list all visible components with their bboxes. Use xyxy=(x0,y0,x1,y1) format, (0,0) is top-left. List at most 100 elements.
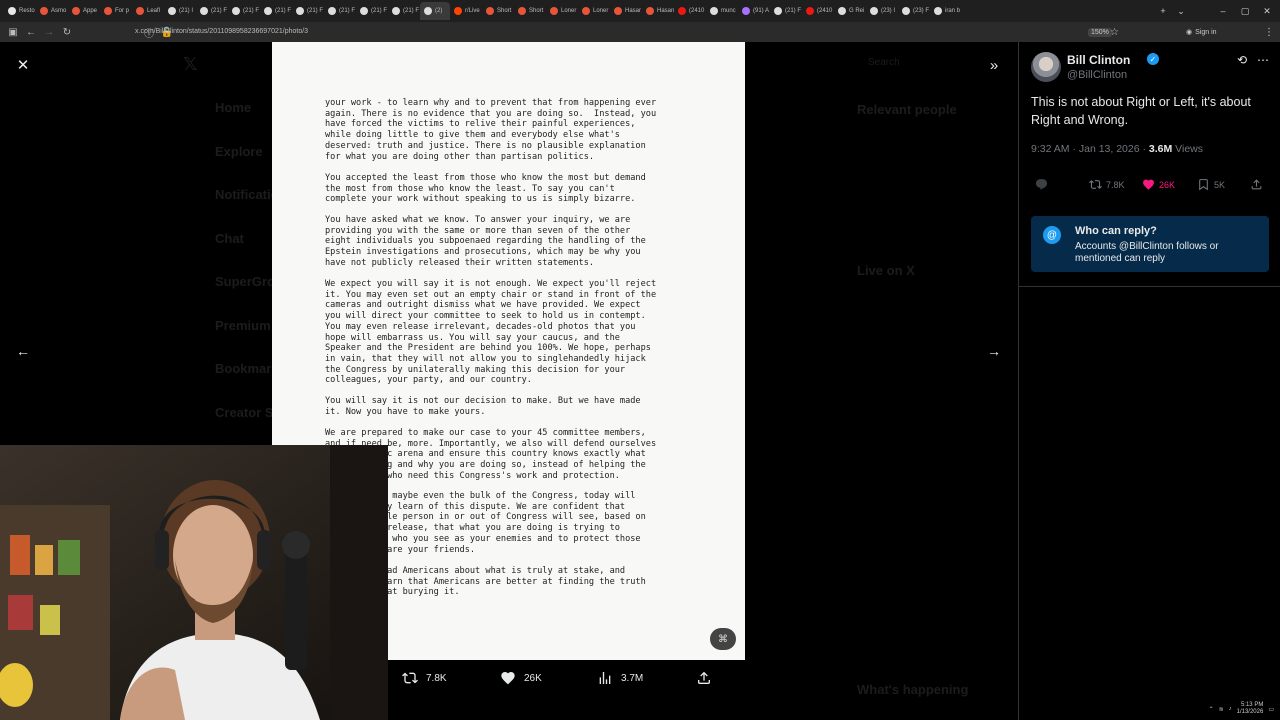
tray-chevron-icon[interactable]: ⌃ xyxy=(1209,706,1214,713)
repost-count: 7.8K xyxy=(1106,179,1125,190)
grok-icon[interactable]: ⟲ xyxy=(1234,52,1250,68)
notification-icon[interactable]: ▭ xyxy=(1268,706,1274,713)
media-stats-bar: 7.8K 26K 3.7M xyxy=(390,660,745,698)
reply-restriction-title: Who can reply? xyxy=(1075,225,1157,237)
previous-image-icon[interactable]: ← xyxy=(12,340,34,362)
browser-tab[interactable]: (21) F xyxy=(388,2,420,20)
tab-favicon-icon xyxy=(232,7,240,15)
browser-tab[interactable]: Asmo xyxy=(36,2,68,20)
zoom-indicator[interactable]: 150% xyxy=(1088,22,1112,42)
browser-tab[interactable]: (2) xyxy=(420,2,450,20)
browser-tab[interactable]: (91) A xyxy=(738,2,770,20)
browser-tab[interactable]: Leafl xyxy=(132,2,164,20)
wifi-icon[interactable]: ≋ xyxy=(1219,706,1224,713)
tab-favicon-icon xyxy=(550,7,558,15)
browser-tab[interactable]: (21) F xyxy=(324,2,356,20)
browser-tab[interactable]: (23) I xyxy=(866,2,898,20)
at-sign-icon: @ xyxy=(1043,226,1061,244)
browser-tab[interactable]: Hasar xyxy=(610,2,642,20)
repost-button[interactable]: 7.8K xyxy=(1089,178,1125,191)
like-stat[interactable]: 26K xyxy=(500,670,542,686)
browser-tab[interactable]: Resto xyxy=(4,2,36,20)
tab-label: (2410 xyxy=(689,8,705,14)
tab-favicon-icon xyxy=(678,7,686,15)
browser-tab[interactable]: (21) F xyxy=(228,2,260,20)
url-field[interactable]: x.com/BillClinton/status/201109895823669… xyxy=(135,26,1075,38)
browser-tab[interactable]: G Rei xyxy=(834,2,866,20)
browser-tab[interactable]: Short xyxy=(514,2,546,20)
more-options-icon[interactable]: ⋯ xyxy=(1255,52,1271,68)
tab-favicon-icon xyxy=(360,7,368,15)
repost-icon xyxy=(402,672,418,684)
browser-tab[interactable]: (21) F xyxy=(196,2,228,20)
zoom-level: 150% xyxy=(1088,27,1112,37)
browser-tab[interactable]: (21) I xyxy=(164,2,196,20)
next-image-icon[interactable]: → xyxy=(983,340,1005,362)
minimize-button[interactable]: – xyxy=(1212,0,1234,22)
views-stat[interactable]: 3.7M xyxy=(597,670,643,686)
repost-icon xyxy=(1089,180,1102,189)
browser-tab[interactable]: (23) F xyxy=(898,2,930,20)
browser-tab[interactable]: (21) F xyxy=(770,2,802,20)
like-count: 26K xyxy=(524,672,542,684)
browser-tab[interactable]: Loner xyxy=(578,2,610,20)
close-window-button[interactable]: ✕ xyxy=(1256,0,1278,22)
browser-tab[interactable]: Short xyxy=(482,2,514,20)
tab-label: iran b xyxy=(945,8,961,14)
browser-tab[interactable]: Appe xyxy=(68,2,100,20)
author-name[interactable]: Bill Clinton xyxy=(1067,53,1130,67)
maximize-button[interactable]: ▢ xyxy=(1234,0,1256,22)
browser-tab[interactable]: Hasan xyxy=(642,2,674,20)
tab-label: (21) F xyxy=(339,8,356,14)
sidebar-toggle-icon[interactable]: ▣ xyxy=(4,22,22,42)
views-count: 3.7M xyxy=(621,672,644,684)
tab-favicon-icon xyxy=(72,7,80,15)
browser-tab[interactable]: (2410 xyxy=(802,2,834,20)
avatar[interactable] xyxy=(1031,52,1061,82)
tweet-actions: 7.8K 26K 5K xyxy=(1031,178,1271,196)
reply-button[interactable] xyxy=(1035,178,1048,191)
browser-tab[interactable]: (21) F xyxy=(292,2,324,20)
repost-stat[interactable]: 7.8K xyxy=(402,670,447,686)
tab-favicon-icon xyxy=(934,7,942,15)
like-button[interactable]: 26K xyxy=(1142,178,1175,191)
share-button[interactable] xyxy=(1250,178,1263,191)
tab-label: (23) I xyxy=(881,8,896,14)
clock[interactable]: 5:13 PM 1/13/2026 xyxy=(1237,702,1264,716)
browser-tab[interactable]: (21) F xyxy=(356,2,388,20)
divider xyxy=(1019,286,1280,287)
author-handle[interactable]: @BillClinton xyxy=(1067,69,1127,81)
tab-search-icon[interactable]: ⌄ xyxy=(1170,0,1192,22)
browser-tab[interactable]: iran b xyxy=(930,2,962,20)
close-icon[interactable]: ✕ xyxy=(12,54,34,76)
star-icon[interactable]: ☆ xyxy=(1110,22,1119,42)
volume-icon[interactable]: ♪ xyxy=(1229,706,1232,712)
tab-label: For p xyxy=(115,8,130,14)
bookmark-button[interactable]: 5K xyxy=(1197,178,1225,191)
verified-badge-icon: ✓ xyxy=(1147,53,1159,65)
browser-tab[interactable]: Loner xyxy=(546,2,578,20)
menu-icon[interactable]: ⋮ xyxy=(1264,22,1274,42)
clock-date: 1/13/2026 xyxy=(1236,709,1264,715)
image-alt-icon[interactable]: ⌘ xyxy=(710,628,736,650)
forward-button[interactable]: → xyxy=(40,22,58,42)
tab-favicon-icon xyxy=(870,7,878,15)
browser-tab[interactable]: For p xyxy=(100,2,132,20)
doc-paragraph: You have asked what we know. To answer y… xyxy=(325,215,646,268)
browser-tab[interactable]: (2410 xyxy=(674,2,706,20)
heart-icon xyxy=(501,672,515,685)
browser-tab[interactable]: munc xyxy=(706,2,738,20)
backdrop-happening: What's happening xyxy=(857,682,969,697)
share-stat[interactable] xyxy=(696,670,712,686)
collapse-panel-icon[interactable]: » xyxy=(983,54,1005,76)
signin-button[interactable]: ◉ Sign in xyxy=(1186,22,1217,42)
browser-tab[interactable]: r/Live xyxy=(450,2,482,20)
reload-button[interactable]: ↻ xyxy=(58,22,76,42)
tab-favicon-icon xyxy=(40,7,48,15)
browser-tab[interactable]: (21) F xyxy=(260,2,292,20)
tweet-time[interactable]: 9:32 AM · Jan 13, 2026 · xyxy=(1031,143,1149,155)
back-button[interactable]: ← xyxy=(22,22,40,42)
bookmark-icon xyxy=(1199,179,1208,191)
share-icon xyxy=(698,671,710,684)
heart-icon xyxy=(1143,179,1154,190)
